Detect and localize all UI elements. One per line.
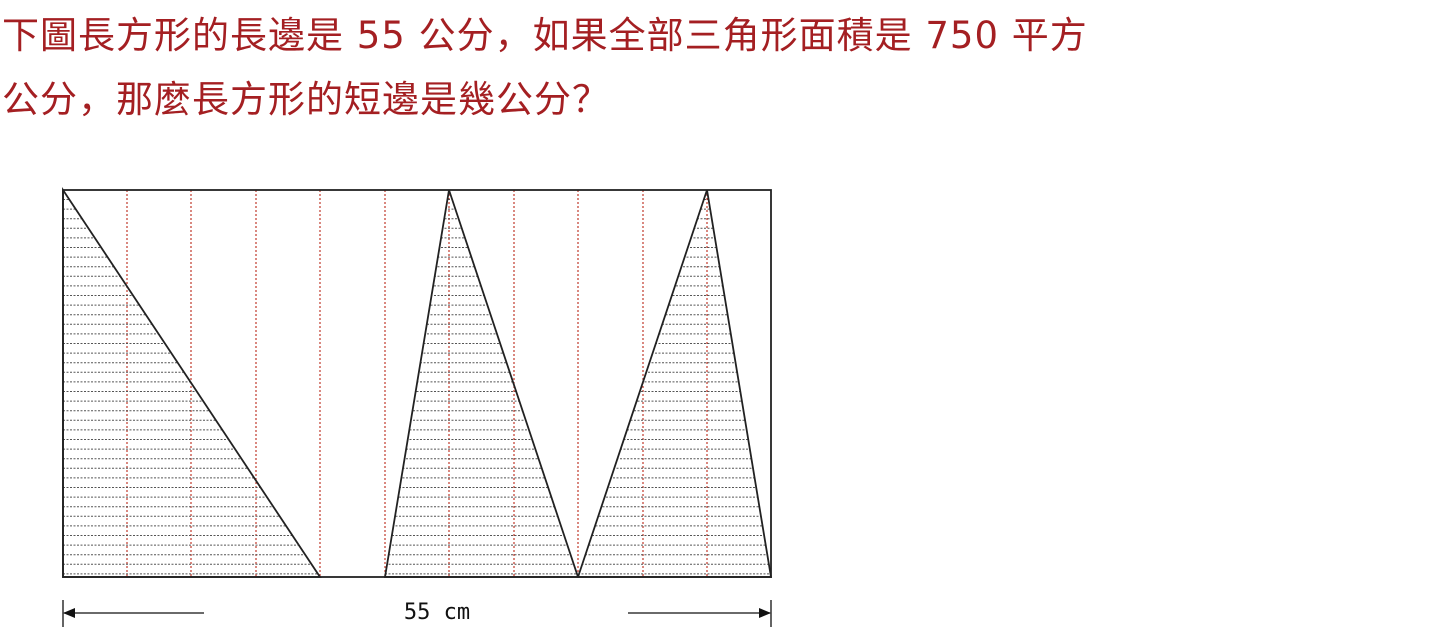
triangle-3-hatching bbox=[578, 199, 771, 575]
dimension-label: 55 cm bbox=[404, 600, 470, 625]
triangle-2 bbox=[383, 189, 580, 578]
rectangle-triangles-figure: 55 cm bbox=[62, 187, 773, 627]
triangle-2-hatching bbox=[385, 199, 578, 575]
triangle-3 bbox=[576, 189, 773, 578]
